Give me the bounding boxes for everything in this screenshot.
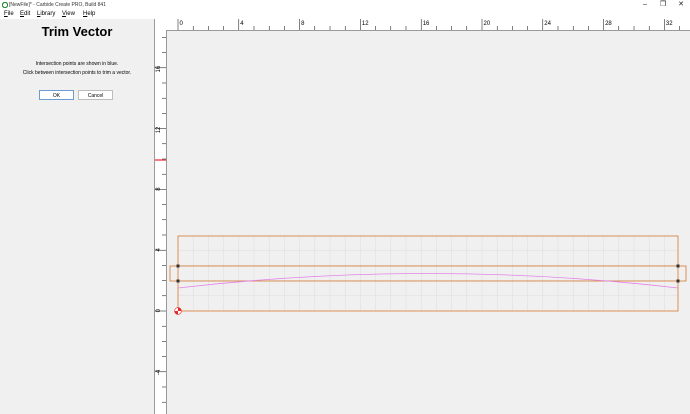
left-ruler-label: -4 xyxy=(156,369,162,375)
intersection-point[interactable] xyxy=(676,264,680,268)
left-ruler-svg: 16 12 8 4 0 -4 xyxy=(155,37,166,403)
top-ruler-label: 8 xyxy=(301,21,305,27)
window-controls: – ❐ ✕ xyxy=(636,0,690,10)
top-ruler[interactable]: 0 4 8 12 16 20 24 28 32 xyxy=(155,19,690,31)
left-ruler-label: 12 xyxy=(156,126,162,133)
top-ruler-label: 0 xyxy=(180,21,184,27)
trim-vector-panel: Trim Vector Intersection points are show… xyxy=(0,19,155,414)
carbide-logo-icon xyxy=(2,2,8,8)
top-ruler-label: 24 xyxy=(544,21,551,27)
menu-edit[interactable]: Edit xyxy=(20,10,30,19)
intersection-point[interactable] xyxy=(676,279,680,283)
title-bar: [NewFile]* - Carbide Create PRO, Build 8… xyxy=(0,0,690,10)
panel-message-line2: Click between intersection points to tri… xyxy=(22,70,132,76)
left-ruler-label: 8 xyxy=(156,187,162,191)
top-ruler-label: 12 xyxy=(362,21,369,27)
minimize-icon[interactable]: – xyxy=(636,0,654,10)
menu-library[interactable]: Library xyxy=(37,10,55,19)
intersection-point[interactable] xyxy=(176,279,180,283)
top-ruler-label: 28 xyxy=(605,21,612,27)
canvas-svg xyxy=(169,235,687,315)
restore-icon[interactable]: ❐ xyxy=(654,0,672,10)
panel-message-line1: Intersection points are shown in blue. xyxy=(35,61,119,67)
top-ruler-label: 20 xyxy=(484,21,491,27)
left-ruler-label: 0 xyxy=(156,308,162,312)
menu-help[interactable]: Help xyxy=(83,10,95,19)
cancel-button[interactable]: Cancel xyxy=(78,90,113,100)
top-ruler-label: 4 xyxy=(240,21,244,27)
close-icon[interactable]: ✕ xyxy=(672,0,690,10)
left-ruler-label: 4 xyxy=(156,248,162,252)
ok-button[interactable]: OK xyxy=(39,90,74,100)
menu-view[interactable]: View xyxy=(62,10,75,19)
design-canvas[interactable] xyxy=(167,31,690,414)
top-ruler-label: 16 xyxy=(423,21,430,27)
menu-file[interactable]: File xyxy=(4,10,14,19)
left-ruler-label: 16 xyxy=(156,65,162,72)
top-ruler-svg: 0 4 8 12 16 20 24 28 32 xyxy=(177,19,680,30)
panel-title: Trim Vector xyxy=(41,24,113,39)
window-title: [NewFile]* - Carbide Create PRO, Build 8… xyxy=(9,2,106,8)
origin-marker-icon xyxy=(174,307,182,315)
menu-bar: File Edit Library View Help xyxy=(0,10,690,19)
intersection-point[interactable] xyxy=(176,264,180,268)
left-ruler[interactable]: 16 12 8 4 0 -4 xyxy=(155,30,167,414)
top-ruler-label: 32 xyxy=(666,21,673,27)
